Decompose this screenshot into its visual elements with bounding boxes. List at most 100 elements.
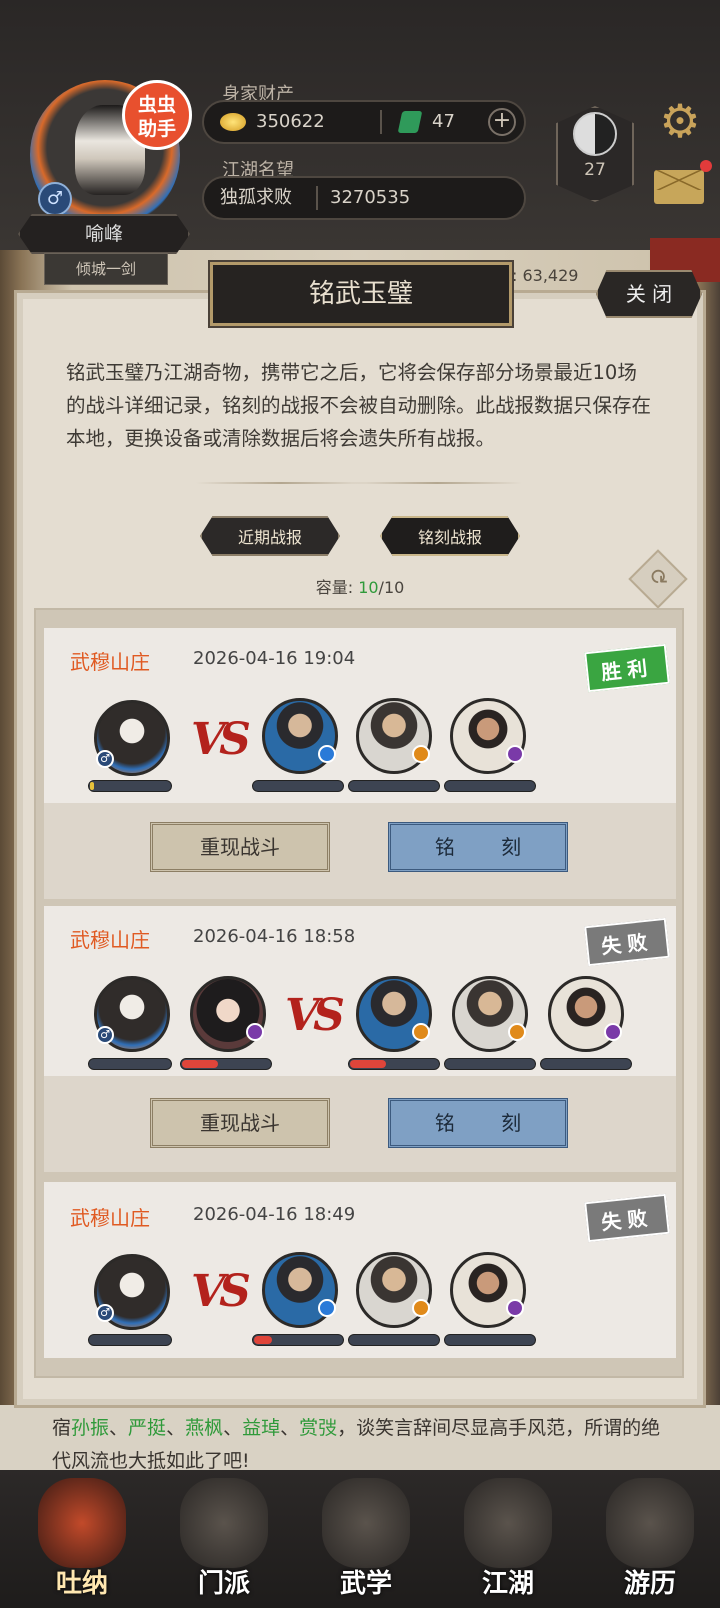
player-name: 喻峰 [18,214,190,254]
hp-bar [348,1058,440,1070]
result-victory-stamp: 胜利 [584,643,670,693]
martial-arts-book-icon [322,1478,410,1568]
taiji-icon [573,112,617,156]
story-separator: 、 [223,1417,243,1439]
element-icon [604,1023,622,1041]
element-icon [412,745,430,763]
gender-male-icon: ♂ [96,1304,114,1322]
engrave-button[interactable]: 铭 刻 [388,1098,568,1148]
hp-fill [254,1336,272,1344]
fame-value: 3270535 [330,187,411,208]
story-text: 宿孙振、严挺、燕枫、益琸、赏弢，谈笑言辞间尽显高手风范，所谓的绝代风流也大抵如此… [52,1412,672,1478]
hp-bar [88,1058,172,1070]
story-name[interactable]: 严挺 [128,1417,166,1439]
wealth-bar: 350622 47 + [202,100,526,144]
story-name[interactable]: 益琸 [242,1417,280,1439]
nav-label: 武学 [339,1569,392,1599]
story-name[interactable]: 燕枫 [185,1417,223,1439]
capacity-used: 10 [358,578,379,597]
hp-fill [90,782,95,790]
breathing-icon [38,1478,126,1568]
element-icon [246,1023,264,1041]
result-defeat-stamp: 失败 [584,917,670,967]
hp-bar [88,780,172,792]
ornament-right [352,482,522,484]
element-icon [506,745,524,763]
fame-bar: 独孤求败 3270535 [202,176,526,220]
hp-bar [348,780,440,792]
tab-engraved-reports[interactable]: 铭刻战报 [380,516,520,556]
nav-label: 游历 [623,1569,676,1599]
nav-jianghu[interactable]: 江湖 [444,1478,572,1608]
battle-time: 2026-04-16 19:04 [193,648,356,669]
capacity-readout: 容量: 10/10 [300,574,420,598]
vs-icon: VS [191,714,251,765]
hp-bar [444,1058,536,1070]
replay-battle-button[interactable]: 重现战斗 [150,1098,330,1148]
gold-amount: 350622 [256,111,325,132]
panel-title: 铭武玉璧 [208,260,514,328]
element-icon [412,1023,430,1041]
hp-bar [252,780,344,792]
divider [380,110,382,134]
battle-card-actions [44,1076,676,1172]
nav-label: 门派 [197,1569,250,1599]
gold-ingot-icon [220,113,246,131]
nav-label: 吐纳 [55,1569,108,1599]
story-separator: 、 [280,1417,300,1439]
hp-bar [252,1334,344,1346]
hp-bar [444,1334,536,1346]
hp-bar [88,1334,172,1346]
player-title: 倾城一剑 [44,253,168,285]
nav-breathing[interactable]: 吐纳 [18,1478,146,1608]
nav-martial-arts[interactable]: 武学 [302,1478,430,1608]
battle-time: 2026-04-16 18:58 [193,926,356,947]
battle-place: 武穆山庄 [70,1206,150,1230]
chongchong-badge[interactable]: 虫虫 助手 [122,80,192,150]
element-icon [318,1299,336,1317]
capacity-label: 容量: [315,578,359,597]
ornament-left [196,482,366,484]
jade-icon [397,111,423,133]
vs-icon: VS [191,1266,251,1317]
battle-card-actions [44,803,676,899]
mail-icon[interactable] [654,170,704,204]
horse-icon [606,1478,694,1568]
chongchong-badge-line2: 助手 [137,118,176,140]
hp-fill [350,1060,386,1068]
element-icon [508,1023,526,1041]
story-name[interactable]: 赏弢 [299,1417,337,1439]
engrave-button[interactable]: 铭 刻 [388,822,568,872]
bamboo-hat-icon [464,1478,552,1568]
gender-male-icon: ♂ [96,1026,114,1044]
hp-bar [444,780,536,792]
panel-description: 铭武玉璧乃江湖奇物，携带它之后，它将会保存部分场景最近10场的战斗详细记录，铭刻… [66,361,652,450]
jade-amount: 47 [432,111,455,132]
element-icon [318,745,336,763]
hp-bar [348,1334,440,1346]
hp-fill [182,1060,218,1068]
sect-icon [180,1478,268,1568]
nav-sect[interactable]: 门派 [160,1478,288,1608]
result-defeat-stamp: 失败 [584,1193,670,1243]
notification-dot [700,160,712,172]
story-separator: 、 [166,1417,186,1439]
story-name[interactable]: 孙振 [71,1417,109,1439]
gender-male-icon: ♂ [96,750,114,768]
add-currency-button[interactable]: + [488,108,516,136]
story-separator: 、 [109,1417,129,1439]
nav-travel[interactable]: 游历 [586,1478,714,1608]
chongchong-badge-line1: 虫虫 [137,94,176,116]
close-button[interactable]: 关 闭 [596,270,702,318]
element-icon [412,1299,430,1317]
replay-battle-button[interactable]: 重现战斗 [150,822,330,872]
battle-place: 武穆山庄 [70,650,150,674]
hp-bar [180,1058,272,1070]
settings-gear-icon[interactable]: ⚙ [655,96,705,146]
tab-recent-reports[interactable]: 近期战报 [200,516,340,556]
capacity-total: /10 [378,578,405,597]
battle-time: 2026-04-16 18:49 [193,1204,356,1225]
taiji-level: 27 [584,160,606,180]
gender-male-icon: ♂ [38,182,72,216]
story-prefix: 宿 [52,1417,72,1439]
